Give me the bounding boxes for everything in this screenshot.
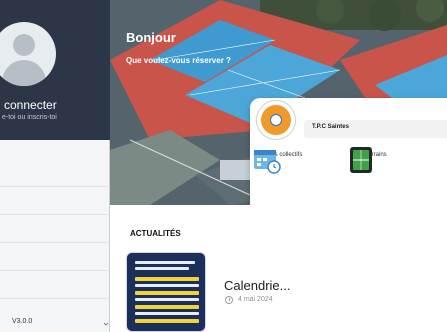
avatar-head-shape [13,34,35,56]
thumb-line [135,298,199,301]
club-logo-badge [261,105,291,135]
court-icon [350,147,372,173]
thumb-line [135,267,189,270]
calendar-clock-icon [254,150,281,174]
menu-divider [0,298,110,299]
hero-banner: Bonjour Que voulez-vous réserver ? T.P.C… [110,0,447,205]
group-lessons-button[interactable]: Cours collectifs [252,146,312,174]
login-subtitle[interactable]: e-toi ou inscris-toi [2,114,57,121]
thumb-line [135,261,195,264]
thumb-line [135,312,199,315]
menu-divider [0,186,110,187]
app-window: connecter e-toi ou inscris-toi V3.0.0 Bo… [0,0,447,332]
thumb-line [135,291,199,295]
thumb-line [135,319,199,323]
drawer-header[interactable]: connecter e-toi ou inscris-toi [0,0,110,140]
thumb-line [135,305,199,309]
menu-divider [0,270,110,271]
courts-button[interactable]: Terrains [346,146,406,173]
thumb-line [135,284,199,287]
login-title[interactable]: connecter [4,98,57,112]
side-drawer: connecter e-toi ou inscris-toi V3.0.0 [0,0,110,332]
news-item[interactable]: Calendrie... 4 mai 2024 [126,252,446,332]
app-version: V3.0.0 [12,318,33,325]
news-thumbnail [126,252,206,332]
news-section-title: ACTUALITÉS [130,229,181,238]
chevron-down-icon[interactable] [103,320,109,328]
main-content: Bonjour Que voulez-vous réserver ? T.P.C… [110,0,447,332]
news-headline[interactable]: Calendrie... [224,278,290,293]
news-date: 4 mai 2024 [238,296,273,303]
club-selector[interactable]: T.P.C Saintes [304,120,447,138]
greeting-title: Bonjour [126,30,176,45]
thumb-line [135,277,199,281]
avatar-body-shape [2,60,46,86]
clock-icon [225,296,233,304]
greeting-question: Que voulez-vous réserver ? [126,56,231,65]
menu-divider [0,214,110,215]
menu-divider [0,242,110,243]
club-name: T.P.C Saintes [312,124,349,130]
club-logo [256,100,296,140]
avatar[interactable] [0,22,56,86]
tennis-ball-icon [270,114,282,126]
club-card[interactable]: T.P.C Saintes Cours collectifs Terrains [250,98,447,205]
